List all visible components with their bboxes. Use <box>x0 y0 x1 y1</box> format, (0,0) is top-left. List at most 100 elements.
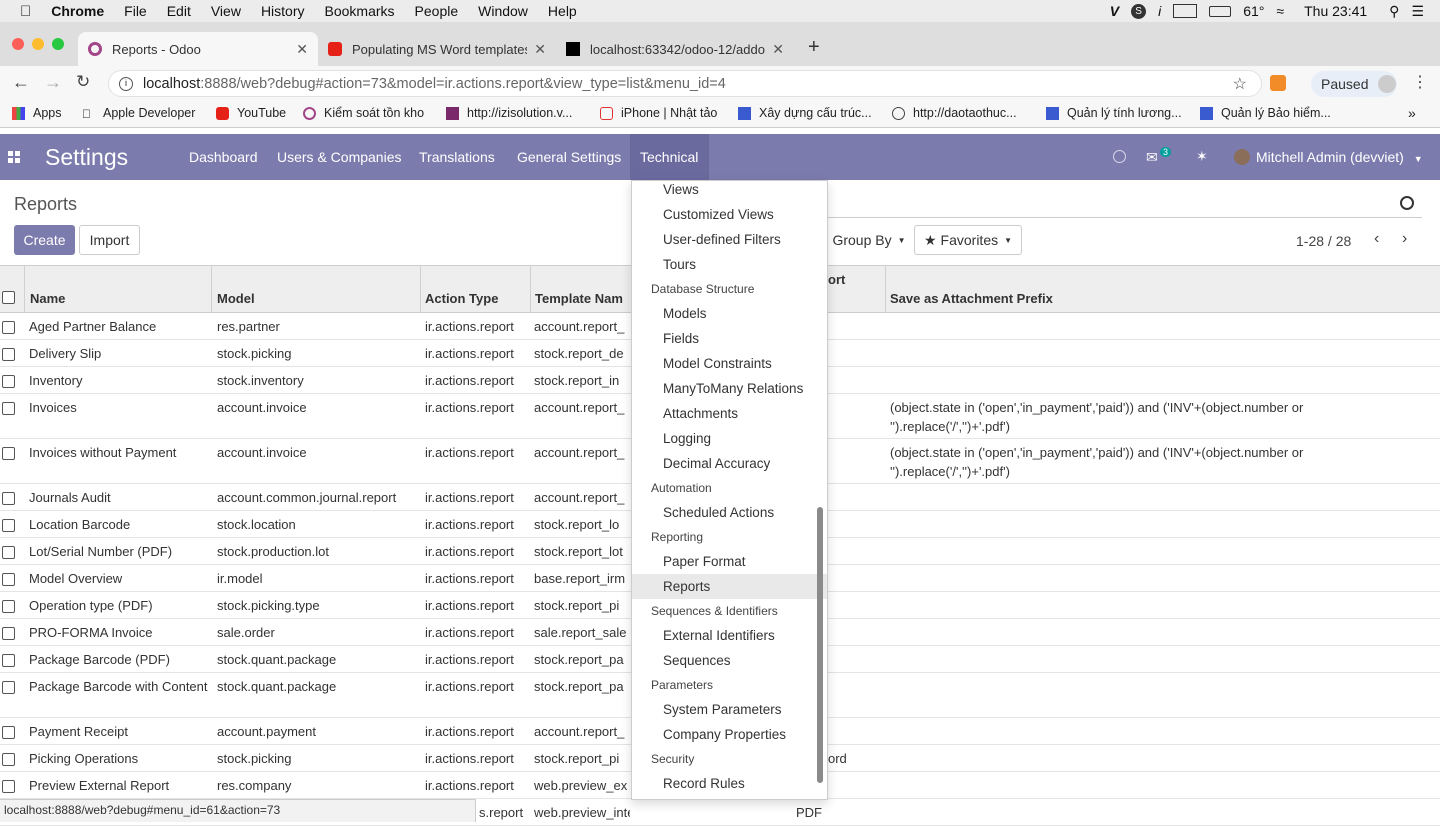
menu-item-external-identifiers[interactable]: External Identifiers <box>632 623 827 648</box>
row-checkbox[interactable] <box>2 726 15 739</box>
battery-icon[interactable] <box>1209 5 1232 17</box>
dropdown-scrollbar[interactable] <box>817 507 823 783</box>
info-icon[interactable]: i <box>1158 3 1161 19</box>
menu-item-logging[interactable]: Logging <box>632 426 827 451</box>
menu-view[interactable]: View <box>211 3 241 19</box>
row-checkbox[interactable] <box>2 375 15 388</box>
menu-item-tours[interactable]: Tours <box>632 252 827 277</box>
menu-item-manytomany-relations[interactable]: ManyToMany Relations <box>632 376 827 401</box>
app-menu-chrome[interactable]: Chrome <box>51 3 104 19</box>
column-header-name[interactable]: Name <box>30 291 65 306</box>
nav-users-companies[interactable]: Users & Companies <box>277 149 402 165</box>
activity-clock-icon[interactable] <box>1113 150 1126 163</box>
row-checkbox[interactable] <box>2 627 15 640</box>
clock-text[interactable]: Thu 23:41 <box>1304 3 1367 19</box>
column-header-report-type[interactable]: ort <box>828 272 845 287</box>
forward-icon[interactable]: → <box>44 72 62 93</box>
row-checkbox[interactable] <box>2 447 15 460</box>
menu-item-system-parameters[interactable]: System Parameters <box>632 697 827 722</box>
reload-icon[interactable]: ↻ <box>76 72 90 92</box>
wifi-icon[interactable]: ≈ <box>1276 3 1284 19</box>
new-tab-button[interactable]: + <box>808 36 820 59</box>
row-checkbox[interactable] <box>2 573 15 586</box>
row-checkbox[interactable] <box>2 681 15 694</box>
menu-item-decimal-accuracy[interactable]: Decimal Accuracy <box>632 451 827 476</box>
bookmarks-overflow-icon[interactable]: » <box>1408 105 1416 121</box>
menu-item-company-properties[interactable]: Company Properties <box>632 722 827 747</box>
apple-icon[interactable]:  <box>20 3 31 20</box>
site-info-icon[interactable]: i <box>119 76 133 91</box>
row-checkbox[interactable] <box>2 753 15 766</box>
column-header-template-name[interactable]: Template Nam <box>535 291 623 306</box>
menu-bookmarks[interactable]: Bookmarks <box>325 3 395 19</box>
chrome-menu-icon[interactable]: ⋮ <box>1412 72 1428 92</box>
bookmark-iphone-nhat-tao[interactable]: iPhone | Nhật tảo <box>600 106 717 120</box>
search-icon[interactable] <box>1400 196 1414 210</box>
nav-technical[interactable]: Technical <box>630 134 709 180</box>
menu-item-customized-views[interactable]: Customized Views <box>632 202 827 227</box>
input-source-icon[interactable] <box>1173 4 1198 18</box>
bookmark-izisolution[interactable]: http://izisolution.v... <box>446 106 572 120</box>
menu-item-user-defined-filters[interactable]: User-defined Filters <box>632 227 827 252</box>
menu-people[interactable]: People <box>415 3 459 19</box>
row-checkbox[interactable] <box>2 321 15 334</box>
pager-previous-icon[interactable]: ‹ <box>1374 230 1379 248</box>
column-header-action-type[interactable]: Action Type <box>425 291 498 306</box>
bookmark-apps[interactable]: Apps <box>12 106 62 120</box>
row-checkbox[interactable] <box>2 492 15 505</box>
menu-item-paper-format[interactable]: Paper Format <box>632 549 827 574</box>
menu-window[interactable]: Window <box>478 3 528 19</box>
bookmark-star-icon[interactable]: ☆ <box>1233 74 1247 94</box>
menu-item-record-rules[interactable]: Record Rules <box>632 771 827 796</box>
column-header-attachment-prefix[interactable]: Save as Attachment Prefix <box>890 291 1053 306</box>
group-by-button[interactable]: Group By ▼ <box>826 225 912 255</box>
close-tab-icon[interactable]: ✕ <box>534 41 546 58</box>
bookmark-apple-developer[interactable]:  Apple Developer <box>82 106 195 121</box>
menu-item-views[interactable]: Views <box>632 181 827 202</box>
favorites-button[interactable]: ★ Favorites ▼ <box>914 225 1022 255</box>
row-checkbox[interactable] <box>2 402 15 415</box>
row-checkbox[interactable] <box>2 546 15 559</box>
menu-item-attachments[interactable]: Attachments <box>632 401 827 426</box>
extension-icon[interactable] <box>1270 75 1286 91</box>
tab-reports-odoo[interactable]: Reports - Odoo ✕ <box>78 32 318 66</box>
column-header-model[interactable]: Model <box>217 291 255 306</box>
close-tab-icon[interactable]: ✕ <box>296 41 308 58</box>
row-checkbox[interactable] <box>2 519 15 532</box>
menu-item-access-rights[interactable]: Access Rights <box>632 796 827 799</box>
nav-dashboard[interactable]: Dashboard <box>189 149 258 165</box>
address-bar[interactable]: i localhost:8888/web?debug#action=73&mod… <box>108 70 1262 97</box>
tab-populating-ms-word[interactable]: Populating MS Word templates ✕ <box>318 32 556 66</box>
search-input[interactable] <box>826 192 1422 218</box>
menu-item-models[interactable]: Models <box>632 301 827 326</box>
user-menu[interactable]: Mitchell Admin (devviet) ▼ <box>1256 149 1423 165</box>
close-tab-icon[interactable]: ✕ <box>772 41 784 58</box>
bookmark-kiem-soat-ton-kho[interactable]: Kiểm soát tồn kho <box>303 106 424 120</box>
messages-icon[interactable]: ✉ <box>1146 149 1158 166</box>
pager-value[interactable]: 1-28 / 28 <box>1296 233 1351 249</box>
profile-paused-button[interactable]: Paused <box>1311 71 1397 97</box>
row-checkbox[interactable] <box>2 780 15 793</box>
skype-icon[interactable]: S <box>1131 3 1147 19</box>
back-icon[interactable]: ← <box>12 72 30 93</box>
bookmark-xay-dung-cau-truc[interactable]: Xây dựng cấu trúc... <box>738 106 872 120</box>
bookmark-youtube[interactable]: YouTube <box>216 106 286 120</box>
menu-item-fields[interactable]: Fields <box>632 326 827 351</box>
apps-menu-icon[interactable] <box>8 151 20 163</box>
select-all-checkbox[interactable] <box>2 291 15 304</box>
window-zoom-button[interactable] <box>52 38 64 50</box>
vimeo-icon[interactable]: V <box>1110 3 1119 19</box>
create-button[interactable]: Create <box>14 225 75 255</box>
window-close-button[interactable] <box>12 38 24 50</box>
row-checkbox[interactable] <box>2 654 15 667</box>
menu-file[interactable]: File <box>124 3 147 19</box>
row-checkbox[interactable] <box>2 600 15 613</box>
menu-help[interactable]: Help <box>548 3 577 19</box>
menu-item-reports[interactable]: Reports <box>632 574 827 599</box>
menu-item-model-constraints[interactable]: Model Constraints <box>632 351 827 376</box>
nav-translations[interactable]: Translations <box>419 149 495 165</box>
menu-item-scheduled-actions[interactable]: Scheduled Actions <box>632 500 827 525</box>
menu-edit[interactable]: Edit <box>167 3 191 19</box>
debug-bug-icon[interactable]: ✶ <box>1196 148 1208 165</box>
bookmark-quan-ly-tinh-luong[interactable]: Quản lý tính lương... <box>1046 106 1182 120</box>
